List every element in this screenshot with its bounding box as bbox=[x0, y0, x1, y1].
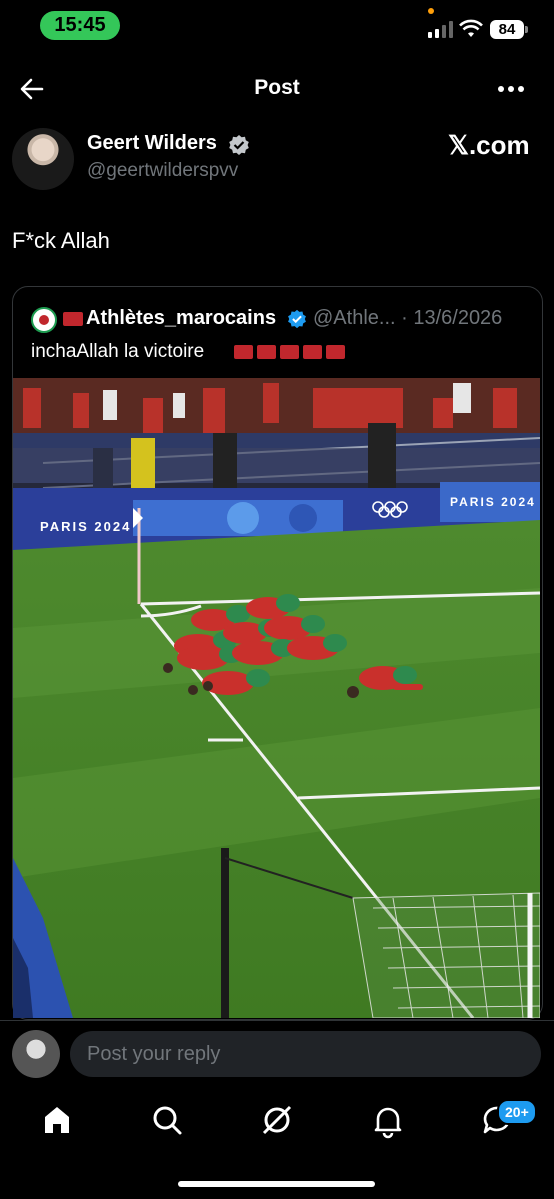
quoted-avatar[interactable] bbox=[31, 307, 57, 333]
wifi-icon bbox=[459, 19, 483, 37]
more-options-icon[interactable] bbox=[497, 84, 525, 94]
user-avatar[interactable] bbox=[12, 1030, 60, 1078]
divider bbox=[0, 1020, 554, 1021]
privacy-indicator bbox=[428, 8, 434, 14]
home-icon[interactable] bbox=[37, 1100, 77, 1140]
morocco-flags-emoji bbox=[234, 345, 345, 359]
author-handle[interactable]: @geertwilderspvv bbox=[87, 160, 238, 182]
grok-icon[interactable] bbox=[257, 1100, 297, 1140]
morocco-flag-icon bbox=[63, 312, 83, 326]
notifications-bell-icon[interactable] bbox=[368, 1100, 408, 1140]
verified-badge-icon bbox=[229, 135, 249, 155]
verified-badge-icon bbox=[288, 309, 306, 329]
status-time: 15:45 bbox=[40, 11, 120, 40]
post-photo[interactable]: PARIS 2024 PARIS 2024 bbox=[13, 378, 540, 1018]
ad-board-left: PARIS 2024 bbox=[40, 519, 131, 534]
ad-board-right: PARIS 2024 bbox=[450, 495, 536, 509]
messages-badge: 20+ bbox=[497, 1099, 537, 1125]
cellular-signal-icon bbox=[428, 20, 453, 38]
battery-indicator: 84 bbox=[490, 20, 524, 39]
search-icon[interactable] bbox=[147, 1100, 187, 1140]
source-label: 𝕏.com bbox=[448, 130, 530, 160]
quoted-handle-date: @Athle... · 13/6/2026 bbox=[313, 307, 503, 329]
quoted-text: inchaAllah la victoire bbox=[31, 341, 205, 362]
battery-tip bbox=[525, 26, 528, 33]
author-name[interactable]: Geert Wilders bbox=[87, 132, 217, 155]
author-avatar[interactable] bbox=[12, 128, 74, 190]
quoted-author-name[interactable]: Athlètes_marocains bbox=[86, 307, 276, 330]
reply-input[interactable]: Post your reply bbox=[70, 1031, 541, 1077]
tweet-text: F*ck Allah bbox=[12, 228, 110, 253]
home-indicator bbox=[178, 1181, 375, 1187]
page-title: Post bbox=[254, 76, 300, 99]
